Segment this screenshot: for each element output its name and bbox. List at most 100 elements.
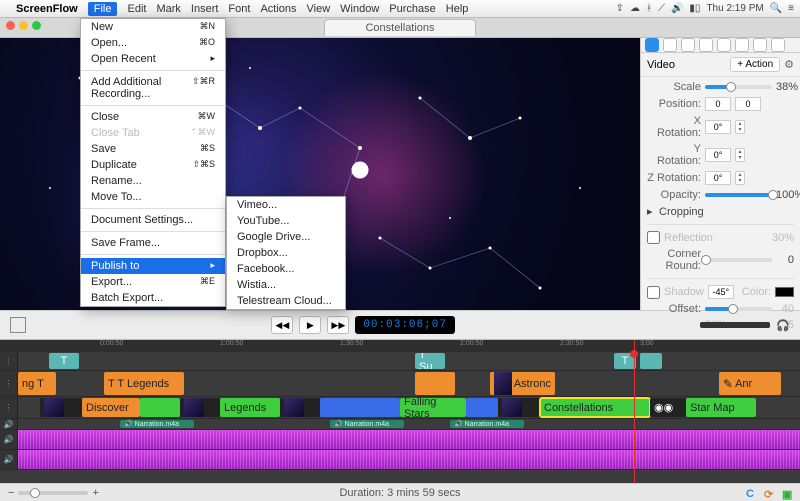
- menu-mark[interactable]: Mark: [156, 3, 180, 15]
- offset-slider[interactable]: [705, 307, 772, 311]
- menu-item[interactable]: Save⌘S: [81, 141, 225, 157]
- timeline-clip[interactable]: [40, 398, 82, 417]
- app-name[interactable]: ScreenFlow: [16, 3, 78, 15]
- menu-help[interactable]: Help: [446, 3, 469, 15]
- menu-item[interactable]: Document Settings...: [81, 212, 225, 228]
- menu-item[interactable]: Publish to▸: [81, 258, 225, 274]
- action-icon[interactable]: ▣: [782, 488, 792, 498]
- menu-item[interactable]: Open Recent▸: [81, 51, 225, 67]
- timeline-clip[interactable]: [415, 372, 455, 395]
- timeline-clip[interactable]: Astronc: [490, 372, 555, 395]
- zoom-slider[interactable]: [18, 491, 88, 495]
- inspector-tab-text[interactable]: [753, 38, 767, 52]
- timeline-clip[interactable]: Star Map: [686, 398, 756, 417]
- playhead[interactable]: [634, 340, 635, 483]
- edit-icon[interactable]: C: [746, 488, 756, 498]
- timecode-display[interactable]: 00:03:06;07: [355, 316, 455, 334]
- menu-purchase[interactable]: Purchase: [389, 3, 435, 15]
- zrot-input[interactable]: [705, 171, 731, 185]
- bluetooth-icon[interactable]: ᚼ: [646, 3, 652, 14]
- submenu-item[interactable]: Wistia...: [227, 277, 345, 293]
- forward-button[interactable]: ▶▶: [327, 316, 349, 334]
- track-audio-1[interactable]: 🔊: [0, 430, 800, 450]
- disclosure-icon[interactable]: ▸: [647, 205, 655, 218]
- menu-item[interactable]: Save Frame...: [81, 235, 225, 251]
- yrot-stepper[interactable]: ▴▾: [735, 148, 745, 162]
- cloud-icon[interactable]: ☁: [630, 3, 640, 14]
- zoom-in-icon[interactable]: +: [92, 487, 98, 499]
- timeline-clip[interactable]: [280, 398, 320, 417]
- cropping-label[interactable]: Cropping: [659, 206, 704, 218]
- track-header[interactable]: 🔊: [0, 430, 18, 449]
- submenu-item[interactable]: Google Drive...: [227, 229, 345, 245]
- menu-item[interactable]: Export...⌘E: [81, 274, 225, 290]
- timeline-clip[interactable]: ◉◉: [650, 398, 686, 417]
- track-header[interactable]: ⋮: [0, 371, 18, 396]
- menu-actions[interactable]: Actions: [260, 3, 296, 15]
- track-header[interactable]: ⋮: [0, 397, 18, 418]
- inspector-tab-touch[interactable]: [717, 38, 731, 52]
- position-x-input[interactable]: [705, 97, 731, 111]
- timeline-clip[interactable]: [320, 398, 400, 417]
- position-y-input[interactable]: [735, 97, 761, 111]
- volume-icon[interactable]: 🔊: [671, 3, 683, 14]
- timeline-clip[interactable]: [466, 398, 498, 417]
- minimize-window-icon[interactable]: [19, 21, 28, 30]
- audio-waveform[interactable]: [18, 430, 800, 449]
- add-action-button[interactable]: + Action: [730, 57, 780, 72]
- reflection-checkbox[interactable]: [647, 231, 660, 244]
- scale-slider[interactable]: [705, 85, 772, 89]
- menu-item[interactable]: New⌘N: [81, 19, 225, 35]
- track-3[interactable]: ⋮DiscoverLegendsFalling StarsConstellati…: [0, 397, 800, 419]
- xrot-stepper[interactable]: ▴▾: [735, 120, 745, 134]
- menu-item[interactable]: Close⌘W: [81, 109, 225, 125]
- menu-item[interactable]: Rename...: [81, 173, 225, 189]
- menu-font[interactable]: Font: [228, 3, 250, 15]
- menu-item[interactable]: Batch Export...: [81, 290, 225, 306]
- submenu-item[interactable]: Facebook...: [227, 261, 345, 277]
- zoom-out-icon[interactable]: −: [8, 487, 14, 499]
- inspector-tab-audio[interactable]: [663, 38, 677, 52]
- timeline-clip[interactable]: ✎Anr: [719, 372, 781, 395]
- play-button[interactable]: ▶: [299, 316, 321, 334]
- timeline-clip[interactable]: T Su: [415, 353, 445, 369]
- narration-clip[interactable]: 🔊 Narration.m4a: [450, 420, 524, 428]
- timeline-clip[interactable]: [180, 398, 220, 417]
- timeline-clip[interactable]: ng T: [18, 372, 56, 395]
- timeline-ruler[interactable]: 0:00:50 1:00:50 1:30:50 2:00:50 2:30:50 …: [0, 340, 800, 352]
- corner-slider[interactable]: [705, 258, 772, 262]
- xrot-input[interactable]: [705, 120, 731, 134]
- dropbox-icon[interactable]: ⇪: [616, 3, 624, 14]
- track-header[interactable]: 🔊: [0, 419, 18, 429]
- opacity-slider[interactable]: [705, 193, 772, 197]
- menu-edit[interactable]: Edit: [127, 3, 146, 15]
- menu-item[interactable]: Duplicate⇧⌘S: [81, 157, 225, 173]
- shadow-angle-input[interactable]: [708, 285, 734, 299]
- menu-item[interactable]: Add Additional Recording...⇧⌘R: [81, 74, 225, 102]
- marker-icon[interactable]: ⟳: [764, 488, 774, 498]
- wifi-icon[interactable]: ⟋: [658, 3, 665, 14]
- track-narration[interactable]: 🔊🔊 Narration.m4a🔊 Narration.m4a🔊 Narrati…: [0, 419, 800, 430]
- timeline-clip[interactable]: [140, 398, 180, 417]
- submenu-item[interactable]: YouTube...: [227, 213, 345, 229]
- timeline-clip[interactable]: [498, 398, 540, 417]
- inspector-tab-media[interactable]: [771, 38, 785, 52]
- timeline-clip[interactable]: T T Legends: [104, 372, 184, 395]
- rewind-button[interactable]: ◀◀: [271, 316, 293, 334]
- inspector-tab-screen[interactable]: [681, 38, 695, 52]
- inspector-tab-video[interactable]: [645, 38, 659, 52]
- menu-item[interactable]: Close Tab⌃⌘W: [81, 125, 225, 141]
- inspector-tab-annotations[interactable]: [735, 38, 749, 52]
- menu-item[interactable]: Move To...: [81, 189, 225, 205]
- menu-window[interactable]: Window: [340, 3, 379, 15]
- gear-icon[interactable]: ⚙︎: [784, 58, 794, 71]
- track-2[interactable]: ⋮ng T T T Legends Astronc ✎Anr: [0, 371, 800, 397]
- spotlight-icon[interactable]: 🔍: [770, 3, 782, 14]
- battery-icon[interactable]: ▮▯: [689, 3, 700, 14]
- timeline-clip[interactable]: Falling Stars: [400, 398, 466, 417]
- shadow-color-swatch[interactable]: [775, 287, 794, 297]
- yrot-input[interactable]: [705, 148, 731, 162]
- shadow-checkbox[interactable]: [647, 286, 660, 299]
- timeline-clip[interactable]: Legends: [220, 398, 280, 417]
- headphones-icon[interactable]: 🎧: [776, 319, 790, 332]
